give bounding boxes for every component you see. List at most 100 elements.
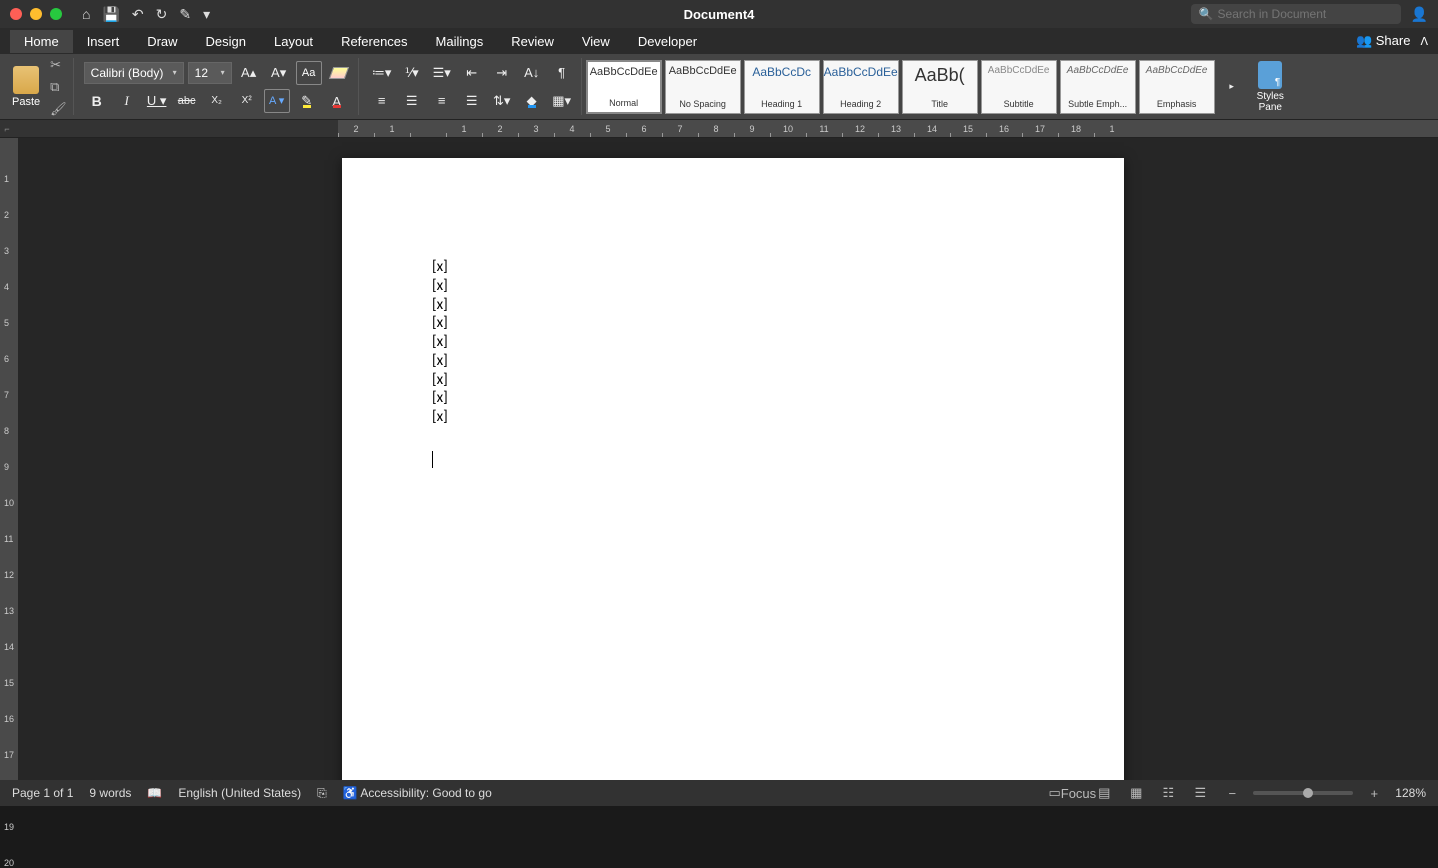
share-button[interactable]: 👥 Share <box>1356 33 1411 49</box>
tab-view[interactable]: View <box>568 30 624 53</box>
borders-button[interactable]: ▦▾ <box>549 89 575 113</box>
document-line[interactable]: [x] <box>432 389 1034 408</box>
document-line[interactable]: [x] <box>432 277 1034 296</box>
font-color-button[interactable]: A <box>324 89 350 113</box>
web-layout-icon[interactable]: ☷ <box>1157 784 1179 802</box>
document-line[interactable]: [x] <box>432 371 1034 390</box>
zoom-window-button[interactable] <box>50 8 62 20</box>
vruler-tick: 15 <box>4 678 14 688</box>
accessibility-status[interactable]: ♿ Accessibility: Good to go <box>343 786 492 800</box>
zoom-slider[interactable] <box>1253 791 1353 795</box>
print-layout-icon[interactable]: ▦ <box>1125 784 1147 802</box>
document-line[interactable]: [x] <box>432 258 1034 277</box>
tab-insert[interactable]: Insert <box>73 30 134 53</box>
tab-review[interactable]: Review <box>497 30 568 53</box>
tab-developer[interactable]: Developer <box>624 30 711 53</box>
style-title[interactable]: AaBb(Title <box>902 60 978 114</box>
shading-button[interactable]: ◆ <box>519 89 545 113</box>
show-hide-button[interactable]: ¶ <box>549 61 575 85</box>
italic-button[interactable]: I <box>114 89 140 113</box>
document-line[interactable]: [x] <box>432 333 1034 352</box>
tab-draw[interactable]: Draw <box>133 30 191 53</box>
document-line[interactable]: [x] <box>432 408 1034 427</box>
focus-mode-button[interactable]: ▭ Focus <box>1061 784 1083 802</box>
font-size-select[interactable]: 12▾ <box>188 62 232 84</box>
sort-button[interactable]: A↓ <box>519 61 545 85</box>
qat-more-icon[interactable]: ▾ <box>203 6 210 23</box>
styles-pane-button[interactable]: Styles Pane <box>1257 61 1284 113</box>
shrink-font-icon[interactable]: A▾ <box>266 61 292 85</box>
decrease-indent-button[interactable]: ⇤ <box>459 61 485 85</box>
style-no-spacing[interactable]: AaBbCcDdEeNo Spacing <box>665 60 741 114</box>
copy-icon[interactable]: ⧉ <box>50 79 67 95</box>
save-icon[interactable]: 💾 <box>102 6 119 23</box>
highlight-button[interactable]: ✎ <box>294 89 320 113</box>
vertical-ruler[interactable]: 1234567891011121314151617181920 <box>0 138 18 780</box>
grow-font-icon[interactable]: A▴ <box>236 61 262 85</box>
numbering-button[interactable]: ⅟▾ <box>399 61 425 85</box>
zoom-level[interactable]: 128% <box>1395 786 1426 800</box>
style-heading-2[interactable]: AaBbCcDdEeHeading 2 <box>823 60 899 114</box>
page-count-status[interactable]: Page 1 of 1 <box>12 786 73 800</box>
subscript-button[interactable]: X₂ <box>204 89 230 113</box>
close-window-button[interactable] <box>10 8 22 20</box>
zoom-in-button[interactable]: + <box>1363 784 1385 802</box>
clear-formatting-icon[interactable] <box>326 61 352 85</box>
tab-references[interactable]: References <box>327 30 421 53</box>
justify-button[interactable]: ☰ <box>459 89 485 113</box>
tab-layout[interactable]: Layout <box>260 30 327 53</box>
underline-button[interactable]: U ▾ <box>144 89 170 113</box>
align-right-button[interactable]: ≡ <box>429 89 455 113</box>
align-center-button[interactable]: ☰ <box>399 89 425 113</box>
styles-more-icon[interactable]: ▸ <box>1219 60 1245 114</box>
text-effects-button[interactable]: A ▾ <box>264 89 290 113</box>
read-mode-icon[interactable]: ▤ <box>1093 784 1115 802</box>
tab-home[interactable]: Home <box>10 30 73 53</box>
multilevel-list-button[interactable]: ☰▾ <box>429 61 455 85</box>
collapse-ribbon-icon[interactable]: ᐱ <box>1420 35 1428 48</box>
outline-icon[interactable]: ☰ <box>1189 784 1211 802</box>
change-case-icon[interactable]: Aa <box>296 61 322 85</box>
page[interactable]: [x][x][x][x][x][x][x][x][x] <box>342 158 1124 780</box>
macro-icon[interactable]: ⎘ <box>317 786 327 801</box>
strikethrough-button[interactable]: abc <box>174 89 200 113</box>
search-input[interactable] <box>1218 7 1393 21</box>
zoom-out-button[interactable]: − <box>1221 784 1243 802</box>
user-icon[interactable]: 👤 <box>1411 6 1428 23</box>
format-painter-icon[interactable]: 🖌 <box>50 101 67 117</box>
home-icon[interactable]: ⌂ <box>82 6 90 23</box>
minimize-window-button[interactable] <box>30 8 42 20</box>
style-subtitle[interactable]: AaBbCcDdEeSubtitle <box>981 60 1057 114</box>
vruler-tick: 6 <box>4 354 9 364</box>
bold-button[interactable]: B <box>84 89 110 113</box>
document-line[interactable]: [x] <box>432 314 1034 333</box>
increase-indent-button[interactable]: ⇥ <box>489 61 515 85</box>
superscript-button[interactable]: X² <box>234 89 260 113</box>
font-name-select[interactable]: Calibri (Body)▾ <box>84 62 184 84</box>
spellcheck-icon[interactable]: 📖 <box>147 786 162 800</box>
style-normal[interactable]: AaBbCcDdEeNormal <box>586 60 662 114</box>
edit-icon[interactable]: ✎ <box>179 6 191 23</box>
language-status[interactable]: English (United States) <box>178 786 301 800</box>
undo-icon[interactable]: ↶ <box>132 6 144 23</box>
document-line[interactable]: [x] <box>432 296 1034 315</box>
line-spacing-button[interactable]: ⇅▾ <box>489 89 515 113</box>
paste-button[interactable]: Paste <box>12 66 40 108</box>
ruler-tick: 2 <box>338 120 374 137</box>
document-canvas[interactable]: [x][x][x][x][x][x][x][x][x] <box>18 138 1438 780</box>
tab-mailings[interactable]: Mailings <box>422 30 498 53</box>
cut-icon[interactable]: ✂ <box>50 57 67 73</box>
style-subtle-emph-[interactable]: AaBbCcDdEeSubtle Emph... <box>1060 60 1136 114</box>
search-box[interactable]: 🔍 <box>1191 4 1401 24</box>
document-line[interactable]: [x] <box>432 352 1034 371</box>
ruler-tick: 2 <box>482 120 518 137</box>
style-emphasis[interactable]: AaBbCcDdEeEmphasis <box>1139 60 1215 114</box>
bullets-button[interactable]: ≔▾ <box>369 61 395 85</box>
tab-design[interactable]: Design <box>192 30 260 53</box>
styles-pane-icon <box>1258 61 1282 89</box>
align-left-button[interactable]: ≡ <box>369 89 395 113</box>
redo-icon[interactable]: ↻ <box>156 6 168 23</box>
style-heading-1[interactable]: AaBbCcDcHeading 1 <box>744 60 820 114</box>
horizontal-ruler[interactable]: ⌐ 211234567891011121314151617181 <box>0 120 1438 138</box>
word-count-status[interactable]: 9 words <box>89 786 131 800</box>
